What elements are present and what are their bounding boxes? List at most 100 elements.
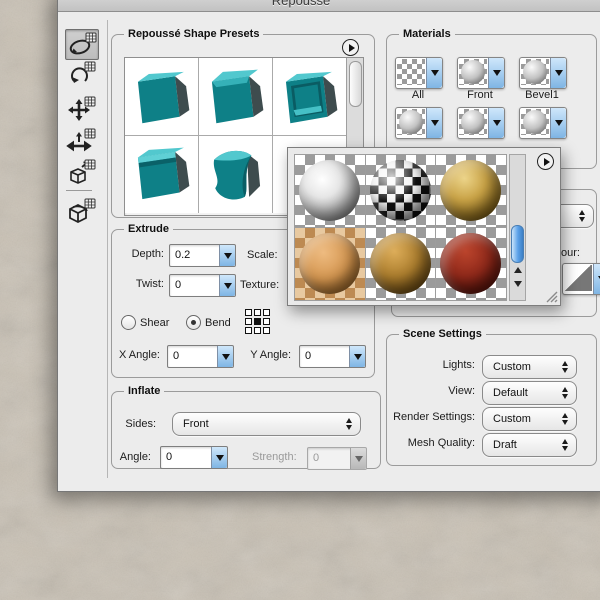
material-dropdown-button[interactable] <box>426 108 442 138</box>
mesh-quality-value: Draft <box>493 434 517 456</box>
pan-3d-mesh-tool-button[interactable] <box>65 94 97 123</box>
dialog-title: Repoussé <box>226 0 376 11</box>
contour-thumb-icon <box>564 265 592 291</box>
material-slot-all[interactable] <box>395 57 443 89</box>
y-angle-label: Y Angle: <box>245 349 291 361</box>
material-slot-label: All <box>388 89 448 101</box>
stepper-arrows-icon <box>562 361 568 373</box>
stepper-arrows-icon <box>562 413 568 425</box>
dropdown-arrow-icon <box>216 455 224 461</box>
material-cell[interactable] <box>366 155 436 227</box>
material-slot-4[interactable] <box>395 107 443 139</box>
dropdown-arrow-icon <box>354 354 362 360</box>
dark-red-material-icon <box>440 233 501 294</box>
mesh-quality-popup-menu[interactable]: Draft <box>482 433 577 457</box>
material-dropdown-button[interactable] <box>550 58 566 88</box>
scroll-up-arrow-icon[interactable] <box>514 267 522 273</box>
material-cell[interactable] <box>295 155 365 227</box>
twist-value: 0 <box>175 275 181 296</box>
rotate-3d-mesh-tool-button[interactable] <box>65 29 99 60</box>
picker-scrollbar[interactable] <box>509 154 526 301</box>
material-picker-grid <box>294 154 507 301</box>
material-dropdown-button[interactable] <box>550 108 566 138</box>
preset-inset-bevel-cube[interactable] <box>273 58 346 135</box>
material-cell[interactable] <box>366 228 436 300</box>
material-cell[interactable] <box>436 228 506 300</box>
x-angle-combo[interactable]: 0 <box>167 345 234 368</box>
bend-radio[interactable] <box>186 315 201 330</box>
view-label: View: <box>387 385 475 397</box>
material-slot-bevel1[interactable] <box>519 57 567 89</box>
material-slot-6[interactable] <box>519 107 567 139</box>
angle-value: 0 <box>166 447 172 468</box>
scroll-down-arrow-icon[interactable] <box>514 281 522 287</box>
dropdown-arrow-icon <box>222 354 230 360</box>
contour-dropdown-button[interactable] <box>593 264 600 294</box>
render-settings-label: Render Settings: <box>387 411 475 423</box>
material-dropdown-button[interactable] <box>488 58 504 88</box>
tool-divider <box>66 190 92 191</box>
presets-scroll-thumb[interactable] <box>349 61 362 107</box>
mesh-constraint-tool-button[interactable] <box>65 196 97 225</box>
x-angle-value: 0 <box>173 346 179 367</box>
depth-value: 0.2 <box>175 245 190 266</box>
render-settings-popup-menu[interactable]: Custom <box>482 407 577 431</box>
inflate-group: Inflate Sides: Front Angle: 0 Strength: … <box>111 391 381 469</box>
transparency-checker-icon <box>397 59 425 85</box>
sides-popup-menu[interactable]: Front <box>172 412 361 436</box>
inflate-label: Inflate <box>124 385 164 397</box>
preset-bevel-cube[interactable] <box>199 58 272 135</box>
reference-point-grid[interactable] <box>245 309 270 334</box>
y-angle-dropdown-button[interactable] <box>349 346 365 367</box>
dropdown-arrow-icon <box>555 120 563 126</box>
roll-3d-mesh-tool-button[interactable] <box>65 59 97 88</box>
material-slot-5[interactable] <box>457 107 505 139</box>
presets-flyout-button[interactable] <box>342 39 359 56</box>
depth-dropdown-button[interactable] <box>219 245 235 266</box>
x-angle-dropdown-button[interactable] <box>217 346 233 367</box>
contour-swatch[interactable] <box>562 263 600 295</box>
preset-extrude-cube[interactable] <box>125 58 198 135</box>
bend-radio-label: Bend <box>205 317 231 329</box>
stepper-arrows-icon <box>346 418 352 430</box>
pan-3d-mesh-icon <box>66 95 96 123</box>
picker-scroll-thumb[interactable] <box>511 225 524 263</box>
angle-dropdown-button[interactable] <box>211 447 227 468</box>
material-sphere-icon <box>461 60 485 84</box>
depth-combo[interactable]: 0.2 <box>169 244 236 267</box>
preset-step-bevel-cube[interactable] <box>125 136 198 213</box>
slide-3d-mesh-tool-button[interactable] <box>65 126 97 155</box>
material-slot-label: Bevel1 <box>512 89 572 101</box>
material-sphere-icon <box>461 110 485 134</box>
dialog-titlebar[interactable]: Repoussé <box>58 0 600 12</box>
strength-label: Strength: <box>252 451 297 463</box>
material-cell[interactable] <box>295 228 365 300</box>
sides-label: Sides: <box>120 418 156 430</box>
shear-radio-label: Shear <box>140 317 169 329</box>
preset-twist-cube[interactable] <box>199 136 272 213</box>
material-dropdown-button[interactable] <box>488 108 504 138</box>
twist-dropdown-button[interactable] <box>219 275 235 296</box>
twist-combo[interactable]: 0 <box>169 274 236 297</box>
gold-crinkle-material-icon <box>440 160 501 221</box>
view-popup-menu[interactable]: Default <box>482 381 577 405</box>
scale-label: Scale: <box>247 249 278 261</box>
lights-label: Lights: <box>387 359 475 371</box>
material-cell[interactable] <box>436 155 506 227</box>
scene-settings-label: Scene Settings <box>399 328 486 340</box>
y-angle-combo[interactable]: 0 <box>299 345 366 368</box>
rotate-3d-mesh-icon <box>67 31 97 59</box>
shear-radio[interactable] <box>121 315 136 330</box>
angle-combo[interactable]: 0 <box>160 446 228 469</box>
resize-grip-icon[interactable] <box>544 289 558 303</box>
material-dropdown-button[interactable] <box>426 58 442 88</box>
scene-settings-group: Scene Settings Lights: Custom View: Defa… <box>386 334 597 466</box>
lights-popup-menu[interactable]: Custom <box>482 355 577 379</box>
tan-wood-material-icon <box>299 233 360 294</box>
picker-flyout-button[interactable] <box>537 153 554 170</box>
dropdown-arrow-icon <box>431 120 439 126</box>
material-sphere-icon <box>399 110 423 134</box>
material-slot-front[interactable] <box>457 57 505 89</box>
bronze-texture-material-icon <box>370 233 431 294</box>
scale-3d-mesh-tool-button[interactable] <box>65 157 97 186</box>
